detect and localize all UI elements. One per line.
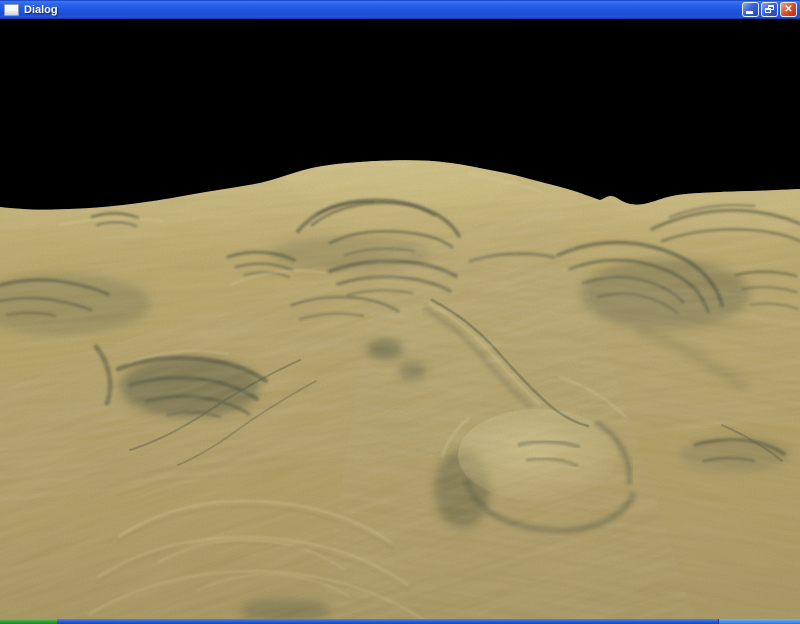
title-bar[interactable]: Dialog ✕ (0, 0, 800, 19)
taskbar[interactable] (0, 619, 800, 624)
application-icon[interactable] (4, 4, 19, 16)
close-button[interactable]: ✕ (780, 2, 797, 17)
taskbar-edge (57, 619, 718, 624)
minimize-icon (746, 11, 753, 14)
render-viewport[interactable] (0, 19, 800, 624)
close-icon: ✕ (781, 3, 796, 16)
sand-grain (0, 149, 800, 624)
restore-icon-front (765, 8, 771, 13)
window-controls: ✕ (742, 2, 797, 17)
start-button-edge[interactable] (0, 619, 57, 624)
window-title: Dialog (24, 4, 742, 16)
system-tray-edge (718, 619, 800, 624)
dialog-window: Dialog ✕ (0, 0, 800, 624)
minimize-button[interactable] (742, 2, 759, 17)
restore-button[interactable] (761, 2, 778, 17)
terrain-render (0, 19, 800, 624)
